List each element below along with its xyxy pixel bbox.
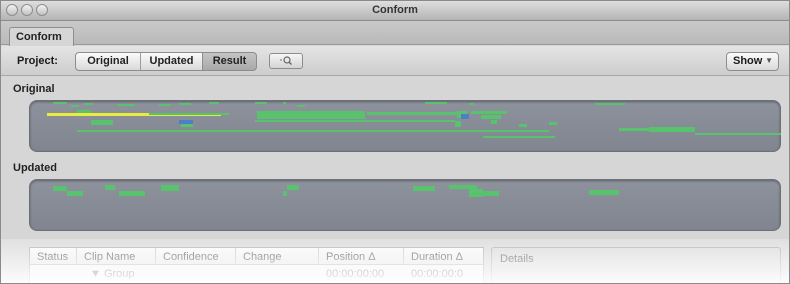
table-header: Status Clip Name Confidence Change Posit… <box>30 248 483 265</box>
clip[interactable] <box>257 111 365 119</box>
column-divider <box>235 248 236 264</box>
project-updated-button[interactable]: Updated <box>140 52 203 71</box>
column-header-duration[interactable]: Duration Δ <box>411 251 463 263</box>
clip[interactable] <box>71 105 79 107</box>
clip[interactable] <box>483 191 499 196</box>
clip[interactable] <box>77 130 481 132</box>
clip[interactable] <box>84 103 93 105</box>
updated-section-label: Updated <box>13 162 57 174</box>
changes-table[interactable]: Status Clip Name Confidence Change Posit… <box>29 247 484 283</box>
updated-clips <box>29 181 781 231</box>
clip[interactable] <box>91 120 113 125</box>
clip[interactable] <box>77 110 91 113</box>
clip[interactable] <box>161 185 179 191</box>
column-divider <box>318 248 319 264</box>
clip[interactable] <box>549 122 557 125</box>
clip[interactable] <box>413 186 435 191</box>
project-bar: Project: Original Updated Result Show ▼ <box>1 46 789 76</box>
clip[interactable] <box>469 103 474 105</box>
details-label: Details <box>500 253 534 265</box>
clip[interactable] <box>117 104 135 106</box>
clip[interactable] <box>455 121 461 127</box>
cell-duration: 00:00:00:0 <box>411 268 463 280</box>
show-dropdown[interactable]: Show ▼ <box>726 52 779 71</box>
column-divider <box>76 248 77 264</box>
column-header-confidence[interactable]: Confidence <box>163 251 219 263</box>
clip[interactable] <box>181 124 193 127</box>
tab-strip: Conform <box>1 21 789 46</box>
clip[interactable] <box>481 130 549 132</box>
column-header-status[interactable]: Status <box>37 251 68 263</box>
column-header-change[interactable]: Change <box>243 251 282 263</box>
clip[interactable] <box>53 102 67 104</box>
clip[interactable] <box>149 113 229 115</box>
conform-window: Conform Conform Project: Original Update… <box>0 0 790 284</box>
clip[interactable] <box>297 105 305 107</box>
project-result-button[interactable]: Result <box>202 52 257 71</box>
clip[interactable] <box>619 128 649 131</box>
clip[interactable] <box>589 190 619 195</box>
clip[interactable] <box>461 114 469 119</box>
clip[interactable] <box>159 104 171 106</box>
cell-position: 00:00:00:00 <box>326 268 385 280</box>
clip[interactable] <box>649 127 695 132</box>
column-divider <box>403 248 404 264</box>
bottom-panel: Status Clip Name Confidence Change Posit… <box>1 239 789 283</box>
column-header-clip-name[interactable]: Clip Name <box>84 251 135 263</box>
show-dropdown-label: Show <box>733 55 763 67</box>
magnifier-icon <box>280 56 292 65</box>
clip[interactable] <box>425 102 447 104</box>
chevron-down-icon: ▼ <box>765 56 773 65</box>
zoom-button[interactable] <box>269 53 303 69</box>
clip[interactable] <box>119 191 145 196</box>
clip[interactable] <box>469 189 483 197</box>
title-bar: Conform <box>1 1 789 21</box>
column-divider <box>155 248 156 264</box>
column-header-position[interactable]: Position Δ <box>326 251 376 263</box>
clip[interactable] <box>491 120 497 124</box>
clip[interactable] <box>67 191 83 196</box>
clip[interactable] <box>179 103 191 105</box>
window-title: Conform <box>372 4 418 16</box>
clip[interactable] <box>595 103 625 105</box>
clip[interactable] <box>255 102 267 104</box>
project-original-button[interactable]: Original <box>75 52 141 71</box>
clip[interactable] <box>209 102 219 104</box>
project-label: Project: <box>17 55 58 67</box>
clip[interactable] <box>519 124 527 127</box>
cell-clip-name: ▼ Group <box>90 268 135 280</box>
clip[interactable] <box>481 115 501 119</box>
clip[interactable] <box>255 120 455 122</box>
clip[interactable] <box>283 102 286 104</box>
clip[interactable] <box>483 136 555 138</box>
tab-conform[interactable]: Conform <box>9 27 74 46</box>
clip[interactable] <box>105 185 115 190</box>
original-clips <box>29 96 781 154</box>
clip[interactable] <box>287 185 299 190</box>
original-section-label: Original <box>13 83 55 95</box>
clip[interactable] <box>695 133 781 135</box>
clip[interactable] <box>283 191 287 196</box>
details-panel: Details <box>491 247 781 283</box>
clip[interactable] <box>471 111 507 114</box>
clip[interactable] <box>367 112 457 115</box>
clip[interactable] <box>53 186 67 191</box>
